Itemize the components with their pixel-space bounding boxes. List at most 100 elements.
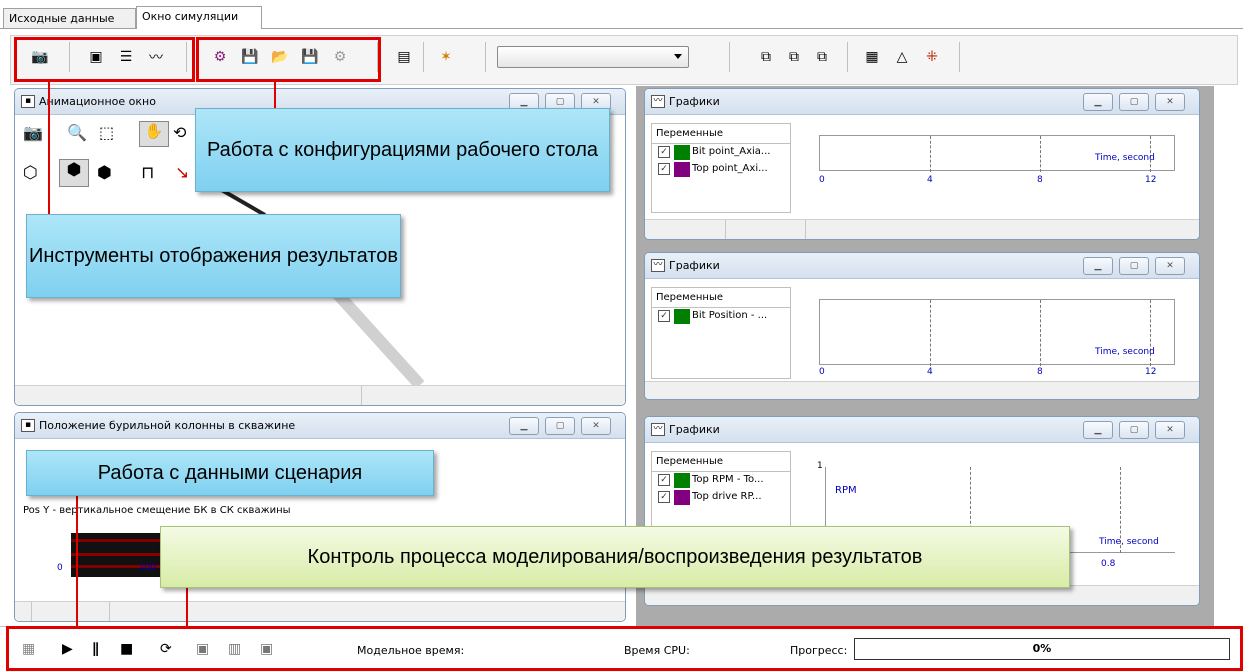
wireframe-cube-icon[interactable]: ⬡ — [23, 163, 38, 183]
grid-line — [930, 300, 931, 366]
tab-bar: Исходные данные Окно симуляции — [0, 0, 1243, 29]
tab-simulation-window[interactable]: Окно симуляции — [136, 6, 262, 29]
close-button[interactable]: ✕ — [581, 417, 611, 435]
window-status-bar — [645, 585, 1199, 605]
close-windows-icon[interactable]: ⧉ — [783, 46, 805, 68]
close-button[interactable]: ✕ — [1155, 93, 1185, 111]
position-plot[interactable] — [65, 531, 175, 581]
variable-checkbox[interactable]: ✓ — [658, 474, 670, 486]
callout-config: Работа с конфигурациями рабочего стола — [195, 108, 610, 192]
drill-string-position-window[interactable]: ▪ Положение бурильной колонны в скважине… — [14, 412, 626, 622]
callout-scenario: Работа с данными сценария — [26, 450, 434, 496]
variable-name: Bit Position - ... — [692, 310, 768, 321]
minimize-button[interactable]: ▁ — [1083, 257, 1113, 275]
minimize-button[interactable]: ▁ — [1083, 421, 1113, 439]
desktop-config-combo[interactable] — [497, 46, 689, 68]
position-tick-100: 100 — [139, 563, 157, 573]
variable-color-swatch — [674, 473, 690, 488]
camera-icon[interactable]: 📷 — [23, 123, 43, 142]
tab-input-data[interactable]: Исходные данные — [3, 8, 136, 28]
x-tick: 4 — [927, 367, 933, 377]
grid-line — [1040, 136, 1041, 172]
wizard-icon[interactable]: ✶ — [435, 46, 457, 68]
histogram-icon[interactable]: △ — [891, 46, 913, 68]
pan-hand-icon[interactable]: ✋ — [139, 121, 169, 147]
window-title: Графики — [669, 259, 720, 272]
display-tools-highlight — [14, 37, 195, 82]
variable-name: Top point_Axi... — [692, 163, 768, 174]
axis-icon[interactable]: ↘ — [175, 163, 189, 183]
graph-window-1[interactable]: 〰 Графики ▁ ▢ ✕ Переменные ✓ Bit point_A… — [644, 88, 1200, 240]
y-axis-label: RPM — [835, 485, 857, 496]
maximize-button[interactable]: ▢ — [1119, 93, 1149, 111]
window-status-bar — [15, 601, 625, 621]
cascade-windows-icon[interactable]: ⧉ — [755, 46, 777, 68]
minimize-button[interactable]: ▁ — [1083, 93, 1113, 111]
toolbar-separator — [959, 42, 960, 72]
y-tick: 1 — [817, 461, 823, 471]
position-tick-0: 0 — [57, 563, 63, 573]
graph-window-2[interactable]: 〰 Графики ▁ ▢ ✕ Переменные ✓ Bit Positio… — [644, 252, 1200, 400]
callout-connector — [48, 80, 50, 220]
variable-color-swatch — [674, 490, 690, 505]
maximize-button[interactable]: ▢ — [545, 417, 575, 435]
variable-name: Top drive RP... — [692, 491, 762, 502]
window-title: Анимационное окно — [39, 95, 156, 108]
shaded-cube-icon[interactable]: ⬢ — [59, 159, 89, 187]
graph-window-icon: 〰 — [651, 95, 665, 108]
tile-windows-icon[interactable]: ⧉ — [811, 46, 833, 68]
minimize-button[interactable]: ▁ — [509, 417, 539, 435]
solid-cube-icon[interactable]: ⬢ — [97, 163, 112, 183]
variable-row[interactable]: ✓ Top RPM - To... — [652, 472, 790, 489]
variable-checkbox[interactable]: ✓ — [658, 491, 670, 503]
window-title: Графики — [669, 95, 720, 108]
graph-window-icon: 〰 — [651, 423, 665, 436]
layout-icon[interactable]: ⁜ — [921, 46, 943, 68]
maximize-button[interactable]: ▢ — [1119, 257, 1149, 275]
toolbar-separator — [847, 42, 848, 72]
window-titlebar[interactable]: 〰 Графики ▁ ▢ ✕ — [645, 253, 1199, 279]
callout-connector — [186, 586, 188, 626]
zoom-icon[interactable]: 🔍 — [67, 123, 87, 142]
window-titlebar[interactable]: 〰 Графики ▁ ▢ ✕ — [645, 89, 1199, 115]
status-cell — [361, 386, 362, 405]
maximize-button[interactable]: ▢ — [1119, 421, 1149, 439]
status-cell — [109, 602, 110, 621]
grid-line — [1040, 300, 1041, 366]
x-tick: 0.8 — [1101, 559, 1116, 569]
status-cell — [805, 220, 806, 239]
variable-row[interactable]: ✓ Bit Position - ... — [652, 308, 790, 325]
variable-row[interactable]: ✓ Top point_Axi... — [652, 161, 790, 178]
variables-header: Переменные — [652, 124, 790, 144]
x-tick: 0 — [819, 175, 825, 185]
rig-icon[interactable]: ⊓ — [141, 163, 154, 183]
variable-row[interactable]: ✓ Top drive RP... — [652, 489, 790, 506]
variables-header: Переменные — [652, 452, 790, 472]
x-axis-label: Time, second — [1099, 537, 1159, 547]
close-button[interactable]: ✕ — [1155, 257, 1185, 275]
grid-line — [930, 136, 931, 172]
x-tick: 4 — [927, 175, 933, 185]
variable-name: Top RPM - To... — [692, 474, 764, 485]
close-button[interactable]: ✕ — [1155, 421, 1185, 439]
window-titlebar[interactable]: ▪ Положение бурильной колонны в скважине… — [15, 413, 625, 439]
toolbar-separator — [485, 42, 486, 72]
variables-header: Переменные — [652, 288, 790, 308]
rotate-icon[interactable]: ⟲ — [173, 123, 186, 142]
variable-checkbox[interactable]: ✓ — [658, 146, 670, 158]
variable-checkbox[interactable]: ✓ — [658, 310, 670, 322]
window-titlebar[interactable]: 〰 Графики ▁ ▢ ✕ — [645, 417, 1199, 443]
toolbar-separator — [729, 42, 730, 72]
control-bar-highlight — [6, 626, 1243, 671]
zoom-region-icon[interactable]: ⬚ — [99, 123, 114, 142]
variable-color-swatch — [674, 145, 690, 160]
window-title: Положение бурильной колонны в скважине — [39, 419, 296, 432]
table-icon[interactable]: ▦ — [861, 46, 883, 68]
x-tick: 0 — [819, 367, 825, 377]
report-icon[interactable]: ▤ — [393, 46, 415, 68]
variable-color-swatch — [674, 162, 690, 177]
window-status-bar — [645, 219, 1199, 239]
variable-checkbox[interactable]: ✓ — [658, 163, 670, 175]
variable-row[interactable]: ✓ Bit point_Axia... — [652, 144, 790, 161]
status-cell — [725, 220, 726, 239]
